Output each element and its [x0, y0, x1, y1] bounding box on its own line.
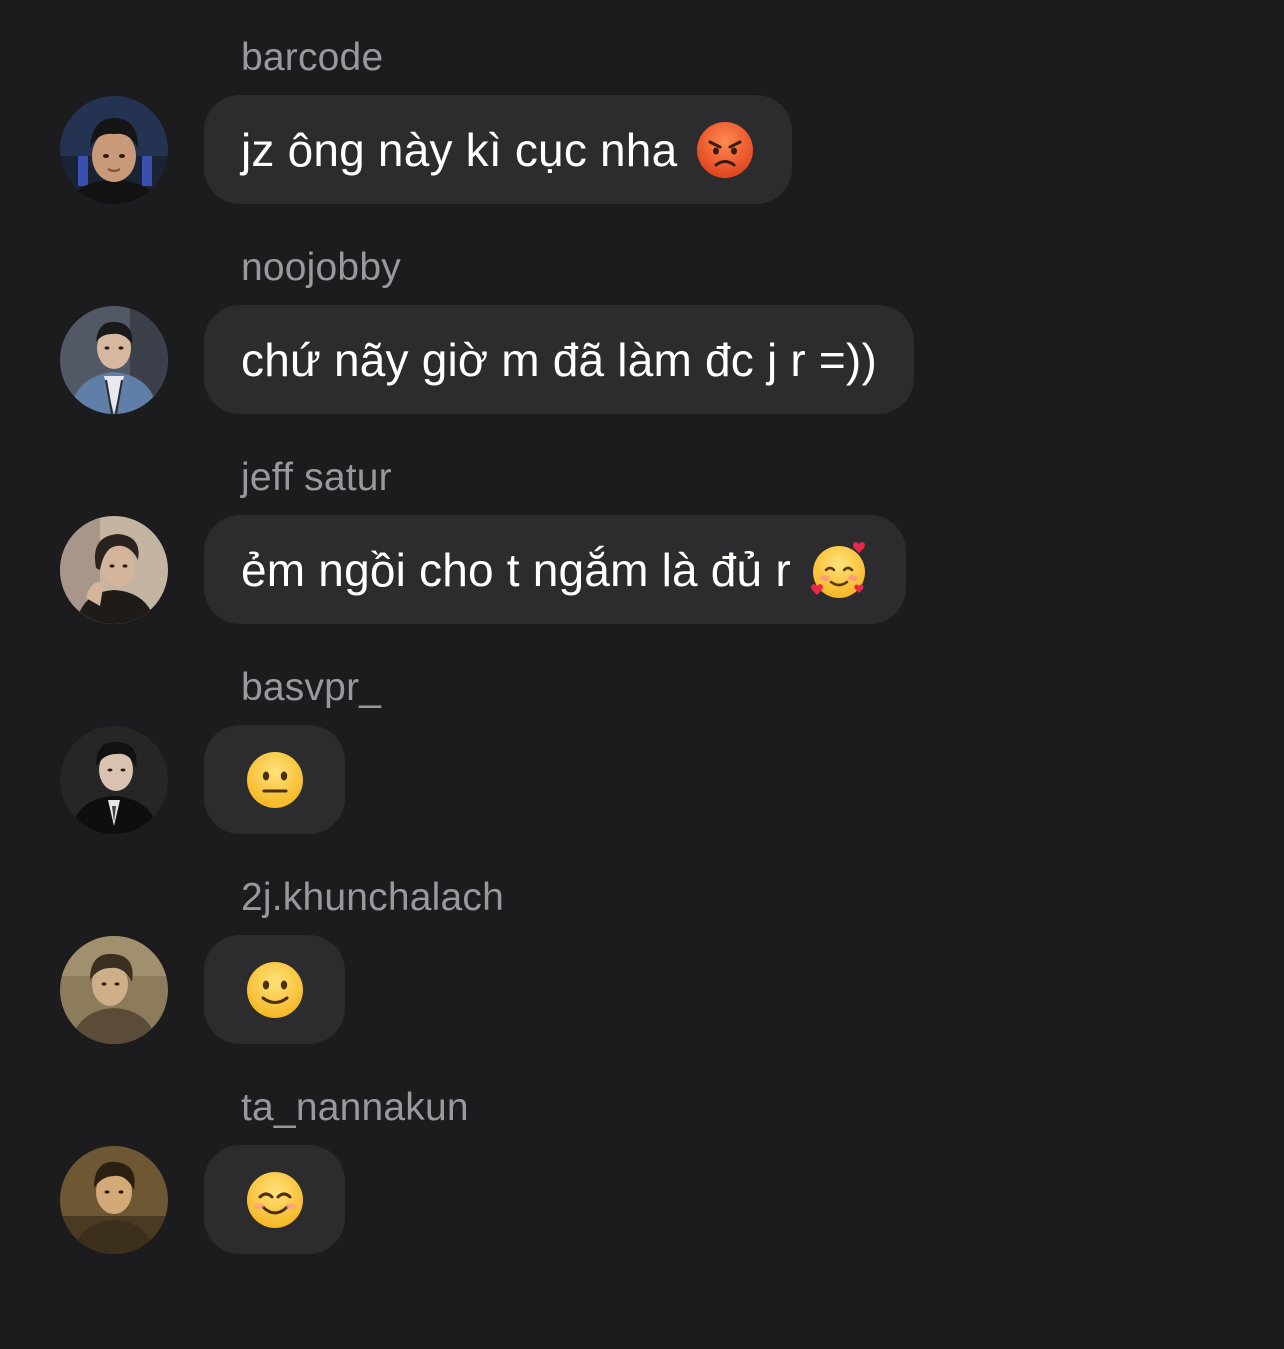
message-bubble[interactable]: ẻm ngồi cho t ngắm là đủ r	[204, 515, 906, 624]
message-row: jeff satur ẻm ngồi cho t ngắm là đủ r	[0, 420, 1284, 630]
message-row: noojobby chứ nãy giờ m đã làm đc j r =))	[0, 210, 1284, 420]
avatar[interactable]	[60, 726, 168, 834]
sender-name[interactable]: barcode	[241, 34, 383, 82]
message-bubble[interactable]: chứ nãy giờ m đã làm đc j r =))	[204, 305, 914, 414]
angry-face-icon	[695, 120, 755, 180]
message-text: jz ông này kì cục nha	[241, 123, 678, 176]
smiling-face-with-smiling-eyes-icon	[245, 1170, 305, 1230]
message-bubble[interactable]	[204, 935, 345, 1044]
avatar[interactable]	[60, 516, 168, 624]
message-bubble[interactable]	[204, 725, 345, 834]
comment-thread: barcode jz ông này kì cục nha noojobby c…	[0, 0, 1284, 1349]
avatar[interactable]	[60, 1146, 168, 1254]
neutral-face-icon	[245, 750, 305, 810]
message-row: barcode jz ông này kì cục nha	[0, 0, 1284, 210]
avatar[interactable]	[60, 96, 168, 204]
message-row: ta_nannakun	[0, 1050, 1284, 1260]
avatar[interactable]	[60, 306, 168, 414]
sender-name[interactable]: basvpr_	[241, 664, 381, 712]
message-text: chứ nãy giờ m đã làm đc j r =))	[241, 333, 877, 386]
message-text: ẻm ngồi cho t ngắm là đủ r	[241, 543, 791, 596]
smiling-face-with-hearts-icon	[809, 540, 869, 600]
sender-name[interactable]: jeff satur	[241, 454, 392, 502]
message-bubble[interactable]: jz ông này kì cục nha	[204, 95, 793, 204]
avatar[interactable]	[60, 936, 168, 1044]
sender-name[interactable]: ta_nannakun	[241, 1084, 469, 1132]
message-row: 2j.khunchalach	[0, 840, 1284, 1050]
message-row: basvpr_	[0, 630, 1284, 840]
sender-name[interactable]: noojobby	[241, 244, 401, 292]
message-bubble[interactable]	[204, 1145, 345, 1254]
slightly-smiling-face-icon	[245, 960, 305, 1020]
sender-name[interactable]: 2j.khunchalach	[241, 874, 504, 922]
